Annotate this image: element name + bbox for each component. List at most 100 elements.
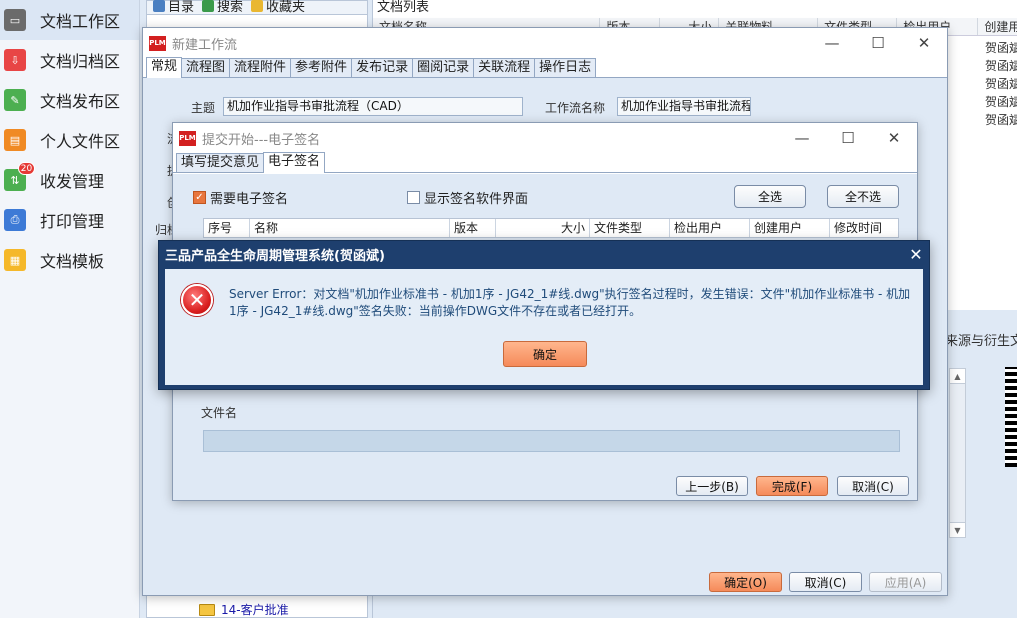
col-size[interactable]: 大小 — [496, 219, 590, 237]
tab-directory-label: 目录 — [168, 0, 195, 15]
creator-cell: 贺函斌 — [985, 41, 1017, 55]
col-checkout-user[interactable]: 检出用户 — [670, 219, 750, 237]
workflow-titlebar: PLM 新建工作流 — ☐ ✕ — [143, 28, 947, 58]
maximize-icon[interactable]: ☐ — [825, 124, 871, 152]
tab-directory[interactable]: 目录 — [153, 0, 195, 15]
creator-cell: 贺函斌 — [985, 59, 1017, 73]
submit-titlebar: PLM 提交开始---电子签名 — ☐ ✕ — [173, 123, 917, 153]
sidebar-item[interactable]: ⎙ 打印管理 — [0, 200, 139, 240]
workflow-tab[interactable]: 流程图 — [181, 58, 231, 77]
search-icon — [202, 0, 215, 12]
file-grid-header: 序号 名称 版本 大小 文件类型 检出用户 创建用户 修改时间 — [203, 218, 899, 238]
show-sign-ui-checkbox[interactable]: 显示签名软件界面 — [407, 188, 528, 207]
workflow-tab[interactable]: 关联流程 — [473, 58, 536, 77]
sidebar-item[interactable]: ▦ 文档模板 — [0, 240, 139, 280]
select-all-button[interactable]: 全选 — [734, 185, 806, 208]
sidebar-item-label: 文档归档区 — [40, 52, 121, 71]
favorites-icon — [251, 0, 264, 12]
col-name[interactable]: 名称 — [250, 219, 450, 237]
sidebar-item-icon: ▤ — [4, 129, 26, 151]
workflow-tab[interactable]: 常规 — [146, 57, 183, 78]
workflow-name-field[interactable]: 机加作业指导书审批流程 — [617, 97, 751, 116]
sidebar-item-label: 文档工作区 — [40, 12, 121, 31]
submit-cancel-button[interactable]: 取消(C) — [837, 476, 909, 496]
notification-badge: 20 — [18, 162, 35, 175]
minimize-icon[interactable]: — — [809, 29, 855, 57]
details-scrollbar[interactable]: ▲ ▼ — [949, 368, 966, 538]
col-version[interactable]: 版本 — [450, 219, 496, 237]
workflow-tab[interactable]: 操作日志 — [534, 58, 597, 77]
workflow-apply-button[interactable]: 应用(A) — [869, 572, 942, 592]
creator-cell: 贺函斌 — [985, 77, 1017, 91]
qr-code-image — [1005, 367, 1017, 467]
maximize-icon[interactable]: ☐ — [855, 29, 901, 57]
error-title: 三品产品全生命周期管理系统(贺函斌) — [165, 248, 385, 264]
subject-field[interactable]: 机加作业指导书审批流程（CAD） — [223, 97, 523, 116]
sidebar-item-icon: ▦ — [4, 249, 26, 271]
tab-favorites[interactable]: 收藏夹 — [251, 0, 306, 15]
filename-field[interactable] — [203, 430, 900, 452]
tab-source-derived[interactable]: 来源与衍生文 — [945, 330, 1017, 349]
sidebar-item[interactable]: ▤ 个人文件区 — [0, 120, 139, 160]
col-index[interactable]: 序号 — [204, 219, 250, 237]
sidebar-item[interactable]: ▭ 文档工作区 — [0, 0, 139, 40]
finish-button[interactable]: 完成(F) — [756, 476, 828, 496]
submit-title: 提交开始---电子签名 — [202, 132, 321, 148]
sidebar-item-icon: ⇩ — [4, 49, 26, 71]
workflow-tab[interactable]: 参考附件 — [290, 58, 353, 77]
sidebar-item[interactable]: ✎ 文档发布区 — [0, 80, 139, 120]
minimize-icon[interactable]: — — [779, 124, 825, 152]
sidebar-item-icon: ▭ — [4, 9, 26, 31]
tree-item-customer-approval[interactable]: 14-客户批准 — [199, 601, 289, 618]
sidebar-item[interactable]: ⇩ 文档归档区 — [0, 40, 139, 80]
close-icon[interactable]: ✕ — [871, 124, 917, 152]
sidebar-item[interactable]: ⇅ 20 收发管理 — [0, 160, 139, 200]
tab-document-list[interactable]: 文档列表 — [377, 0, 429, 15]
plm-logo-icon: PLM — [179, 130, 196, 146]
tab-favorites-label: 收藏夹 — [266, 0, 306, 15]
col-creator[interactable]: 创建用户 — [750, 219, 830, 237]
workflow-tab[interactable]: 流程附件 — [229, 58, 292, 77]
close-icon[interactable]: ✕ — [903, 243, 929, 265]
select-none-button[interactable]: 全不选 — [827, 185, 899, 208]
error-ok-button[interactable]: 确定 — [503, 341, 587, 367]
workflow-tab[interactable]: 圈阅记录 — [412, 58, 475, 77]
workflow-tab[interactable]: 发布记录 — [351, 58, 414, 77]
scroll-down-icon[interactable]: ▼ — [950, 522, 965, 537]
error-titlebar: 三品产品全生命周期管理系统(贺函斌) ✕ — [159, 241, 929, 267]
creator-cell: 贺函斌 — [985, 95, 1017, 109]
previous-step-button[interactable]: 上一步(B) — [676, 476, 748, 496]
directory-icon — [153, 0, 165, 12]
tab-search-label: 搜索 — [217, 0, 244, 15]
need-signature-label: 需要电子签名 — [210, 192, 289, 207]
workflow-cancel-button[interactable]: 取消(C) — [789, 572, 862, 592]
sidebar-item-label: 收发管理 — [40, 172, 105, 191]
creator-cell: 贺函斌 — [985, 113, 1017, 127]
tab-e-signature[interactable]: 电子签名 — [263, 152, 326, 173]
scroll-up-icon[interactable]: ▲ — [950, 369, 965, 384]
col-creator[interactable]: 创建用 — [978, 18, 1017, 35]
error-message: Server Error：对文档"机加作业标准书 - 机加1序 - JG42_1… — [229, 287, 911, 318]
col-modified-time[interactable]: 修改时间 — [830, 219, 898, 237]
subject-label: 主题 — [191, 101, 216, 115]
sidebar-item-label: 文档发布区 — [40, 92, 121, 111]
sidebar-item-icon: ⎙ — [4, 209, 26, 231]
sidebar-item-label: 文档模板 — [40, 252, 105, 271]
workflow-ok-button[interactable]: 确定(O) — [709, 572, 782, 592]
sidebar-item-label: 打印管理 — [40, 212, 105, 231]
directory-tabs: 目录 搜索 收藏夹 — [147, 0, 367, 15]
error-body: ✕ Server Error：对文档"机加作业标准书 - 机加1序 - JG42… — [165, 269, 923, 385]
checkbox-unchecked-icon — [407, 191, 420, 204]
filename-label: 文件名 — [201, 406, 238, 420]
need-signature-checkbox[interactable]: ✓ 需要电子签名 — [193, 188, 288, 207]
sidebar-item-label: 个人文件区 — [40, 132, 121, 151]
tab-submit-comment[interactable]: 填写提交意见 — [176, 153, 265, 172]
plm-logo-icon: PLM — [149, 35, 166, 51]
tab-search[interactable]: 搜索 — [202, 0, 244, 15]
error-icon: ✕ — [181, 284, 213, 316]
error-dialog: 三品产品全生命周期管理系统(贺函斌) ✕ ✕ Server Error：对文档"… — [158, 240, 930, 390]
close-icon[interactable]: ✕ — [901, 29, 947, 57]
col-file-type[interactable]: 文件类型 — [590, 219, 670, 237]
sidebar-item-icon: ✎ — [4, 89, 26, 111]
workflow-name-label: 工作流名称 — [545, 101, 606, 115]
